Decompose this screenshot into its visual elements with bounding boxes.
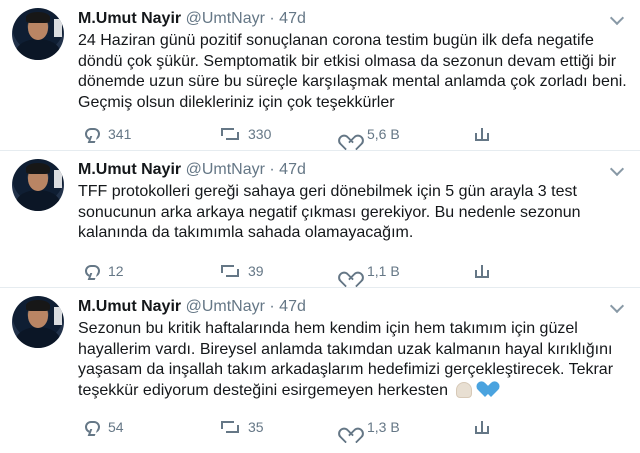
like-button[interactable]: 5,6 B (342, 122, 400, 146)
tweet-actions: 12 39 1,1 B (78, 259, 528, 283)
tweet-text-line: yaşasam da inşallah takım arkadaşlarım h… (78, 361, 614, 378)
tweet-3[interactable]: M.Umut Nayir @UmtNayr · 47d Sezonun bu k… (0, 288, 640, 453)
avatar-hair (26, 12, 50, 23)
heart-icon (342, 264, 359, 279)
tweet-text-line: dönemde uzun süre bu süreçle karşılaşmak… (78, 73, 627, 90)
author-name[interactable]: M.Umut Nayir (78, 10, 181, 27)
tweet-header: M.Umut Nayir @UmtNayr · 47d (78, 297, 306, 317)
chevron-down-icon[interactable] (609, 10, 625, 26)
share-icon (474, 263, 490, 279)
separator-dot: · (269, 298, 275, 315)
tweet-text-line: teşekkür ediyorum desteğini esirgemeyen … (78, 381, 448, 399)
like-button[interactable]: 1,3 B (342, 415, 400, 439)
tweet-text-line: Geçmiş olsun dilekleriniz için çok teşek… (78, 93, 395, 111)
reply-icon (85, 265, 100, 277)
author-name[interactable]: M.Umut Nayir (78, 298, 181, 315)
retweet-count: 39 (248, 263, 264, 279)
retweet-icon (220, 420, 240, 434)
reply-button[interactable]: 12 (85, 259, 124, 283)
tweet-text-line: döndü çok şükür. Semptomatik bir etkisi … (78, 52, 617, 70)
retweet-icon (220, 127, 240, 141)
tweet-text-line-with-emoji: teşekkür ediyorum desteğini esirgemeyen … (78, 381, 623, 402)
share-button[interactable] (474, 122, 490, 146)
share-icon (474, 419, 490, 435)
avatar-hair (26, 163, 50, 174)
reply-button[interactable]: 54 (85, 415, 124, 439)
like-count: 1,1 B (367, 263, 400, 279)
avatar-background-logo (54, 307, 62, 325)
like-count: 5,6 B (367, 126, 400, 142)
reply-count: 341 (108, 126, 132, 142)
retweet-button[interactable]: 35 (220, 415, 264, 439)
tweet-text-line: hayallerim vardı. Bireysel anlamda takım… (78, 340, 613, 358)
tweet-time[interactable]: 47d (279, 10, 306, 27)
author-handle[interactable]: @UmtNayr (186, 161, 265, 178)
author-name[interactable]: M.Umut Nayir (78, 161, 181, 178)
heart-icon (342, 420, 359, 435)
tweet-2[interactable]: M.Umut Nayir @UmtNayr · 47d TFF protokol… (0, 151, 640, 288)
retweet-count: 330 (248, 126, 272, 142)
tweet-time[interactable]: 47d (279, 161, 306, 178)
retweet-icon (220, 264, 240, 278)
share-button[interactable] (474, 259, 490, 283)
avatar-shirt (16, 190, 60, 211)
tweet-1[interactable]: M.Umut Nayir @UmtNayr · 47d 24 Haziran g… (0, 0, 640, 151)
tweet-actions: 54 35 1,3 B (78, 415, 528, 439)
tweet-text-line: Sezonun bu kritik haftalarında hem kendi… (78, 320, 578, 337)
retweet-button[interactable]: 39 (220, 259, 264, 283)
separator-dot: · (269, 10, 275, 27)
avatar-hair (26, 300, 50, 311)
avatar-background-logo (54, 19, 62, 37)
tweet-text: Sezonun bu kritik haftalarında hem kendi… (78, 319, 623, 401)
separator-dot: · (269, 161, 275, 178)
retweet-count: 35 (248, 419, 264, 435)
tweet-text-line: kalanında da takımımla sahada olamayacağ… (78, 224, 414, 241)
tweet-text: TFF protokolleri gereği sahaya geri döne… (78, 182, 623, 244)
avatar-shirt (16, 327, 60, 348)
reply-button[interactable]: 341 (85, 122, 131, 146)
tweet-header: M.Umut Nayir @UmtNayr · 47d (78, 9, 306, 29)
heart-icon (342, 127, 359, 142)
reply-count: 54 (108, 419, 124, 435)
tweet-actions: 341 330 5,6 B (78, 122, 528, 146)
retweet-button[interactable]: 330 (220, 122, 271, 146)
chevron-down-icon[interactable] (609, 161, 625, 177)
author-handle[interactable]: @UmtNayr (186, 10, 265, 27)
tweet-text-line: 24 Haziran günü pozitif sonuçlanan coron… (78, 32, 594, 49)
share-button[interactable] (474, 415, 490, 439)
avatar-shirt (16, 39, 60, 60)
author-handle[interactable]: @UmtNayr (186, 298, 265, 315)
reply-count: 12 (108, 263, 124, 279)
reply-icon (85, 421, 100, 433)
blue-heart-icon (481, 382, 499, 398)
folded-hands-icon (456, 381, 473, 398)
avatar[interactable] (12, 159, 64, 211)
avatar-background-logo (54, 170, 62, 188)
tweet-feed: M.Umut Nayir @UmtNayr · 47d 24 Haziran g… (0, 0, 640, 453)
tweet-text-line: sonucunun arka arkaya negatif çıkması ge… (78, 203, 581, 221)
like-button[interactable]: 1,1 B (342, 259, 400, 283)
tweet-header: M.Umut Nayir @UmtNayr · 47d (78, 160, 306, 180)
like-count: 1,3 B (367, 419, 400, 435)
tweet-text-line: TFF protokolleri gereği sahaya geri döne… (78, 183, 577, 200)
avatar[interactable] (12, 8, 64, 60)
avatar[interactable] (12, 296, 64, 348)
reply-icon (85, 128, 100, 140)
chevron-down-icon[interactable] (609, 298, 625, 314)
tweet-time[interactable]: 47d (279, 298, 306, 315)
share-icon (474, 126, 490, 142)
tweet-text: 24 Haziran günü pozitif sonuçlanan coron… (78, 31, 627, 113)
